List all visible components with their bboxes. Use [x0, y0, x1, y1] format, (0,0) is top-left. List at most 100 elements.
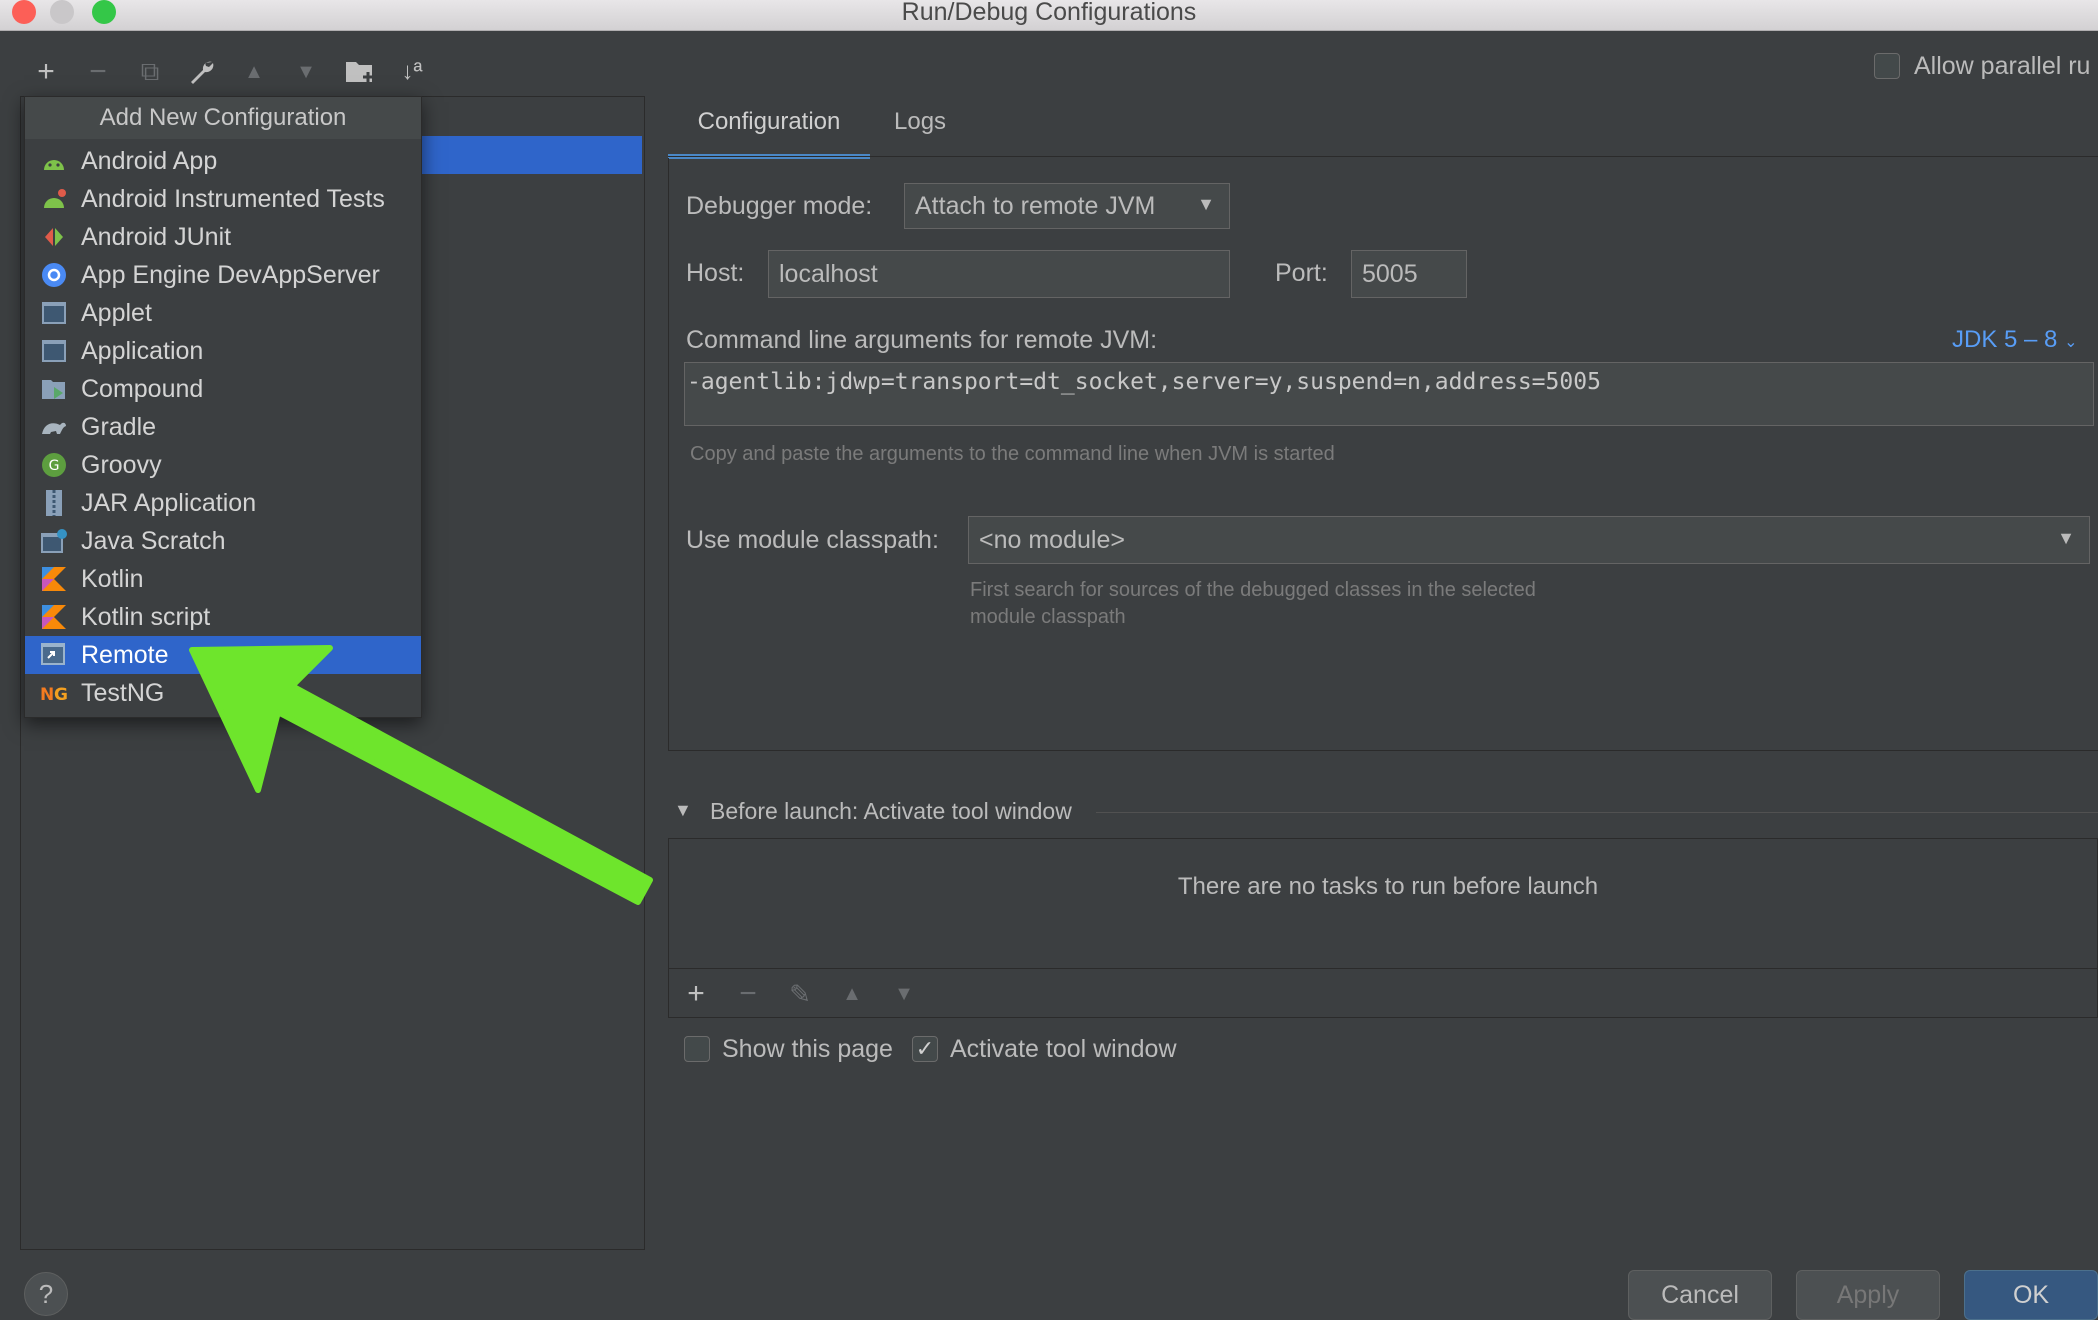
menu-item-label: Remote	[81, 640, 169, 669]
help-button[interactable]: ?	[24, 1272, 68, 1316]
svg-text:N: N	[40, 685, 54, 704]
menu-item-label: Compound	[81, 374, 204, 403]
allow-parallel-checkbox[interactable]	[1874, 53, 1900, 79]
tab-divider	[668, 156, 2098, 157]
move-up-icon[interactable]: ▲	[234, 52, 274, 92]
menu-item-compound[interactable]: Compound	[25, 370, 421, 408]
move-down-icon[interactable]: ▼	[286, 52, 326, 92]
menu-item-gradle[interactable]: Gradle	[25, 408, 421, 446]
jar-icon	[39, 488, 69, 518]
module-hint-line-1: First search for sources of the debugged…	[970, 579, 1536, 601]
folder-add-icon[interactable]	[340, 52, 380, 92]
menu-item-groovy[interactable]: G Groovy	[25, 446, 421, 484]
before-launch-title: Before launch: Activate tool window	[710, 798, 1072, 824]
menu-item-label: TestNG	[81, 678, 165, 707]
menu-item-label: Android Instrumented Tests	[81, 184, 385, 213]
menu-item-label: Gradle	[81, 412, 157, 441]
module-classpath-label: Use module classpath:	[686, 526, 939, 554]
app-engine-icon	[39, 260, 69, 290]
menu-item-jar-application[interactable]: JAR Application	[25, 484, 421, 522]
host-label: Host:	[686, 259, 745, 287]
menu-item-kotlin-script[interactable]: Kotlin script	[25, 598, 421, 636]
tasks-toolbar	[668, 968, 2098, 1019]
edit-task-icon[interactable]: ✎	[780, 974, 820, 1014]
cmd-args-hint: Copy and paste the arguments to the comm…	[690, 443, 1335, 465]
selected-tree-row[interactable]	[420, 136, 642, 174]
show-this-page-checkbox[interactable]	[684, 1036, 710, 1062]
remove-task-icon[interactable]: −	[728, 974, 768, 1014]
window-title: Run/Debug Configurations	[901, 0, 1197, 26]
copy-icon[interactable]: ⧉	[130, 52, 170, 92]
tab-configuration[interactable]: Configuration	[668, 100, 870, 159]
menu-item-app-engine[interactable]: App Engine DevAppServer	[25, 256, 421, 294]
menu-item-label: Applet	[81, 298, 152, 327]
annotation-arrow-icon	[189, 645, 653, 905]
wrench-icon[interactable]	[182, 52, 222, 92]
ok-button[interactable]: OK	[1964, 1270, 2098, 1320]
menu-item-kotlin[interactable]: Kotlin	[25, 560, 421, 598]
host-input[interactable]	[768, 250, 1230, 298]
menu-item-label: Application	[81, 336, 204, 365]
title-bar: Run/Debug Configurations	[0, 0, 2098, 31]
port-input[interactable]	[1351, 250, 1467, 298]
empty-tasks-text: There are no tasks to run before launch	[1177, 873, 1599, 900]
compound-icon	[39, 374, 69, 404]
menu-item-application[interactable]: Application	[25, 332, 421, 370]
svg-text:G: G	[49, 458, 60, 474]
sort-icon[interactable]: ↓ª	[392, 52, 432, 92]
application-icon	[39, 336, 69, 366]
module-hint-line-2: module classpath	[970, 606, 1126, 628]
cmd-args-label: Command line arguments for remote JVM:	[686, 326, 1158, 354]
menu-item-label: Android App	[81, 146, 218, 175]
section-divider	[1096, 812, 2098, 813]
module-classpath-value: <no module>	[979, 525, 1125, 554]
menu-item-applet[interactable]: Applet	[25, 294, 421, 332]
add-configuration-menu: Add New Configuration Android App Androi…	[24, 96, 422, 718]
cmd-args-field[interactable]: -agentlib:jdwp=transport=dt_socket,serve…	[684, 362, 2094, 426]
allow-parallel-label: Allow parallel ru	[1914, 52, 2091, 80]
menu-item-label: App Engine DevAppServer	[81, 260, 380, 289]
applet-icon	[39, 298, 69, 328]
menu-item-java-scratch[interactable]: Java Scratch	[25, 522, 421, 560]
jdk-version-link[interactable]: JDK 5 – 8 ⌄	[1952, 326, 2077, 354]
checkmark-icon: ✓	[915, 1036, 935, 1061]
android-test-icon	[39, 184, 69, 214]
move-task-down-icon[interactable]: ▼	[884, 974, 924, 1014]
kotlin-icon	[39, 564, 69, 594]
add-task-icon[interactable]: +	[676, 974, 716, 1014]
apply-button[interactable]: Apply	[1796, 1270, 1940, 1320]
cancel-button[interactable]: Cancel	[1628, 1270, 1772, 1320]
groovy-icon: G	[39, 450, 69, 480]
chevron-down-icon: ▼	[1197, 194, 1215, 214]
tab-logs[interactable]: Logs	[894, 100, 974, 154]
move-task-up-icon[interactable]: ▲	[832, 974, 872, 1014]
debugger-mode-select[interactable]: Attach to remote JVM ▼	[904, 183, 1230, 229]
menu-item-label: Android JUnit	[81, 222, 232, 251]
activate-tool-window-checkbox[interactable]: ✓	[912, 1036, 938, 1062]
menu-item-label: JAR Application	[81, 488, 257, 517]
kotlin-script-icon	[39, 602, 69, 632]
svg-text:G: G	[54, 685, 68, 704]
port-label: Port:	[1275, 259, 1328, 287]
java-scratch-icon	[39, 526, 69, 556]
junit-icon	[39, 222, 69, 252]
collapse-triangle-icon[interactable]: ▼	[674, 800, 692, 821]
menu-item-label: Kotlin	[81, 564, 144, 593]
debugger-mode-value: Attach to remote JVM	[915, 191, 1156, 220]
jdk-version-label: JDK 5 – 8	[1952, 326, 2058, 353]
module-classpath-select[interactable]: <no module> ▼	[968, 516, 2090, 564]
gradle-icon	[39, 412, 69, 442]
activate-tool-window-label: Activate tool window	[950, 1035, 1177, 1063]
menu-item-android-app[interactable]: Android App	[25, 142, 421, 180]
debugger-mode-label: Debugger mode:	[686, 192, 873, 220]
chevron-down-icon: ▼	[2057, 528, 2075, 548]
add-icon[interactable]: +	[26, 52, 66, 92]
remove-icon[interactable]: −	[78, 52, 118, 92]
menu-item-android-junit[interactable]: Android JUnit	[25, 218, 421, 256]
menu-item-label: Groovy	[81, 450, 162, 479]
menu-item-label: Kotlin script	[81, 602, 211, 631]
menu-item-label: Java Scratch	[81, 526, 226, 555]
show-this-page-label: Show this page	[722, 1035, 893, 1063]
menu-item-android-instrumented-tests[interactable]: Android Instrumented Tests	[25, 180, 421, 218]
remote-icon	[39, 640, 69, 670]
